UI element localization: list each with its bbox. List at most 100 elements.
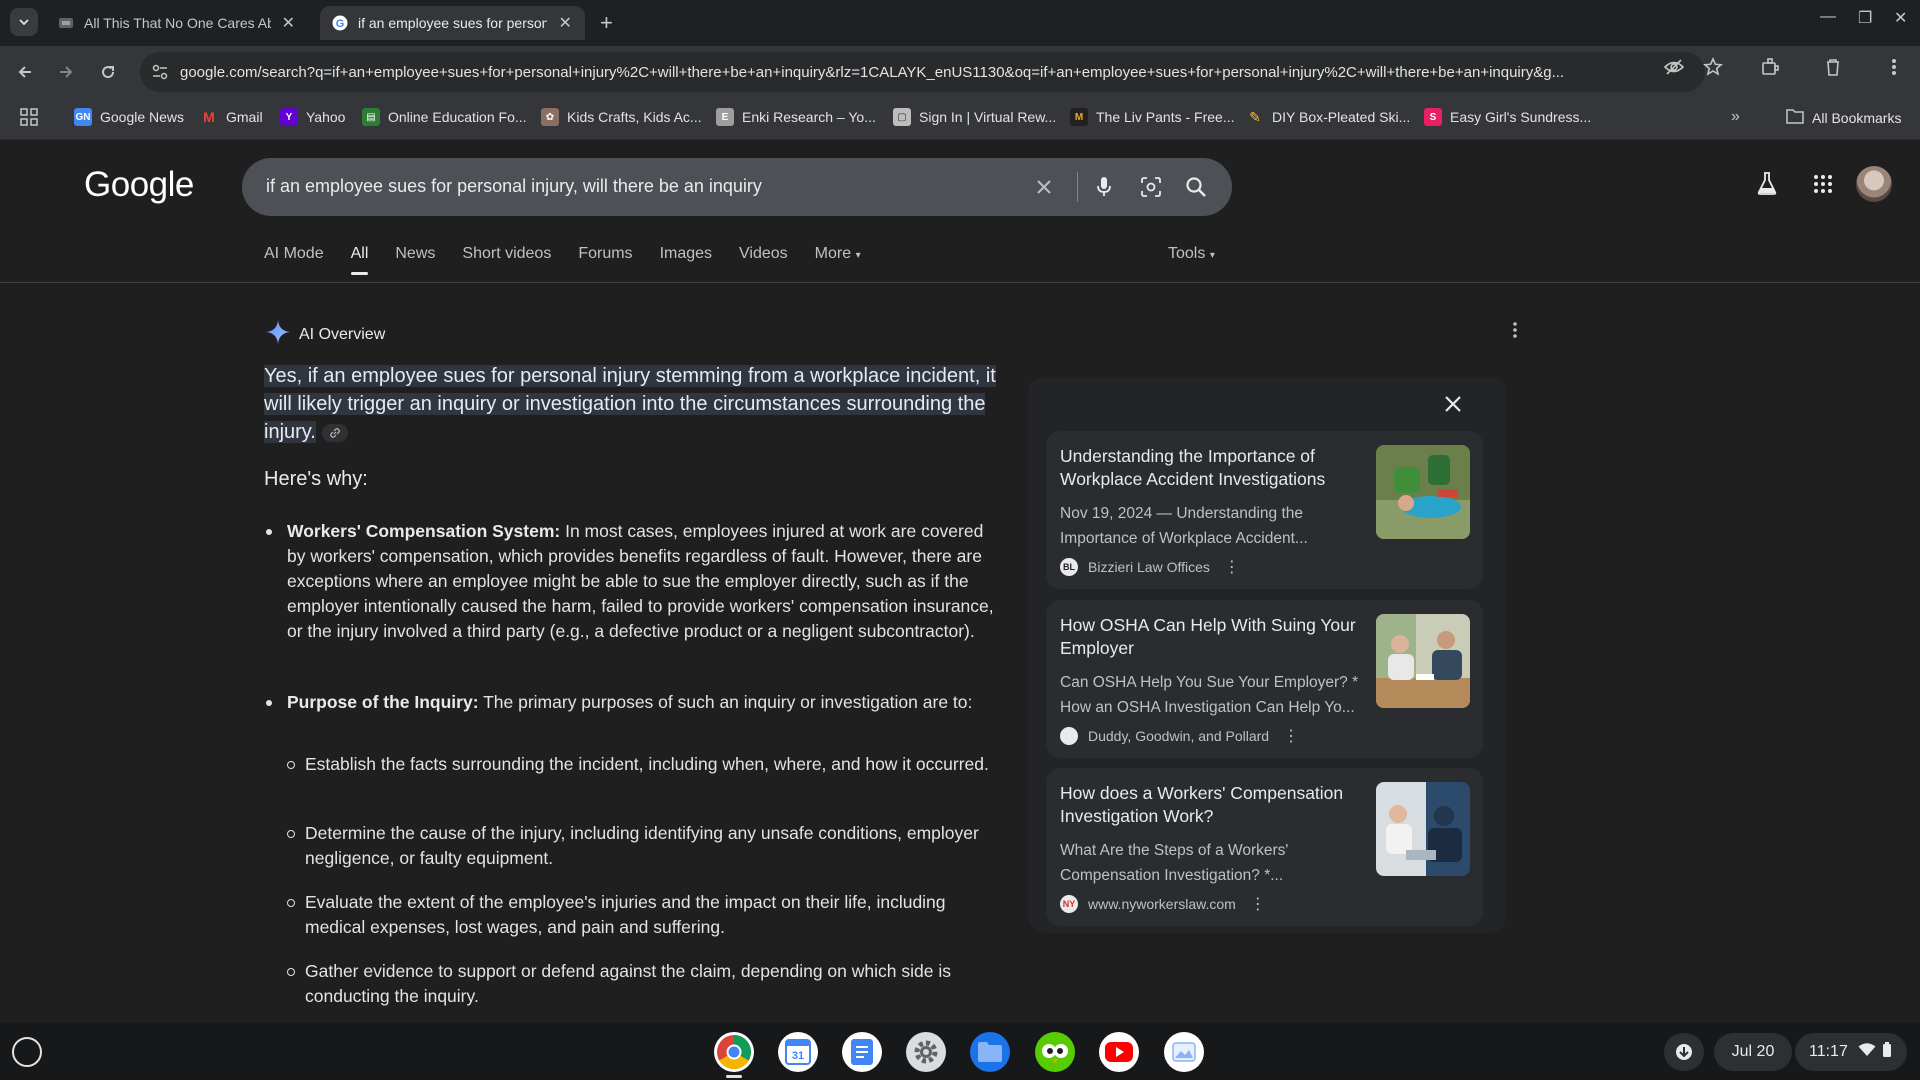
bookmark-label: Gmail (226, 109, 263, 125)
site-name: Bizzieri Law Offices (1088, 559, 1210, 575)
reload-icon[interactable] (94, 58, 122, 86)
bookmark-google-news[interactable]: GN Google News (74, 108, 184, 126)
close-tab-icon[interactable]: ✕ (281, 13, 296, 33)
link-icon[interactable] (321, 423, 348, 442)
yahoo-icon: Y (280, 108, 298, 126)
search-input[interactable]: if an employee sues for personal injury,… (266, 176, 762, 197)
tab-news[interactable]: News (395, 245, 435, 263)
source-title[interactable]: How does a Workers' Compensation Investi… (1060, 782, 1375, 828)
bookmark-enki-research[interactable]: E Enki Research – Yo... (716, 108, 876, 126)
back-icon[interactable] (11, 58, 39, 86)
search-icon[interactable] (1184, 175, 1208, 199)
source-card[interactable]: How does a Workers' Compensation Investi… (1046, 768, 1483, 926)
tab-images[interactable]: Images (660, 245, 712, 263)
wifi-icon (1858, 1042, 1876, 1062)
all-bookmarks-button[interactable]: All Bookmarks (1786, 108, 1901, 127)
new-tab-button[interactable]: + (600, 10, 613, 36)
chrome-icon[interactable] (714, 1032, 754, 1072)
svg-text:31: 31 (792, 1050, 804, 1062)
sundress-icon: S (1424, 108, 1442, 126)
education-icon: ▤ (362, 108, 380, 126)
calendar-icon[interactable]: 31 (778, 1032, 818, 1072)
bookmark-liv-pants[interactable]: M The Liv Pants - Free... (1070, 108, 1235, 126)
source-site: Duddy, Goodwin, and Pollard ⋮ (1060, 726, 1299, 746)
google-apps-icon[interactable] (1813, 174, 1833, 199)
apps-grid-icon[interactable] (20, 108, 38, 126)
tab-ai-mode[interactable]: AI Mode (264, 245, 324, 263)
site-name: www.nyworkerslaw.com (1088, 896, 1236, 912)
tab-all[interactable]: All (350, 245, 368, 275)
google-logo[interactable]: Google (84, 165, 194, 205)
tab-videos[interactable]: Videos (739, 245, 788, 263)
labs-icon[interactable] (1756, 171, 1778, 200)
docs-icon[interactable] (842, 1032, 882, 1072)
source-more-icon[interactable]: ⋮ (1224, 557, 1240, 577)
files-icon[interactable] (970, 1032, 1010, 1072)
bookmark-label: Kids Crafts, Kids Ac... (567, 109, 702, 125)
bookmark-gmail[interactable]: M Gmail (200, 108, 263, 126)
youtube-icon[interactable] (1099, 1032, 1139, 1072)
voice-search-icon[interactable] (1092, 175, 1116, 199)
close-window-icon[interactable]: ✕ (1894, 8, 1907, 28)
tab-more[interactable]: More ▾ (815, 245, 861, 263)
clear-search-icon[interactable] (1032, 175, 1056, 199)
bookmark-sundress[interactable]: S Easy Girl's Sundress... (1424, 108, 1591, 126)
close-sources-icon[interactable] (1438, 389, 1468, 419)
minimize-icon[interactable]: — (1820, 8, 1836, 26)
settings-icon[interactable] (906, 1032, 946, 1072)
more-vert-icon[interactable] (1883, 56, 1905, 78)
source-card[interactable]: How OSHA Can Help With Suing Your Employ… (1046, 600, 1483, 758)
video-favicon-icon (58, 15, 74, 31)
date-button[interactable]: Jul 20 (1714, 1033, 1792, 1071)
source-more-icon[interactable]: ⋮ (1283, 726, 1299, 746)
bookmarks-bar: GN Google News M Gmail Y Yahoo ▤ Online … (0, 98, 1920, 140)
gmail-icon: M (203, 109, 215, 125)
tabs-divider (0, 282, 1920, 283)
bookmark-label: Online Education Fo... (388, 109, 527, 125)
site-info-icon[interactable] (140, 63, 180, 81)
photos-icon[interactable] (1164, 1032, 1204, 1072)
forward-icon[interactable] (52, 58, 80, 86)
trash-icon[interactable] (1822, 56, 1844, 78)
lens-search-icon[interactable] (1139, 175, 1163, 199)
bookmark-star-icon[interactable] (1702, 56, 1724, 78)
ai-overview-more-icon[interactable] (1512, 321, 1518, 344)
google-news-icon: GN (74, 108, 92, 126)
source-more-icon[interactable]: ⋮ (1250, 894, 1266, 914)
bookmark-label: Easy Girl's Sundress... (1450, 109, 1592, 125)
chevron-down-icon (19, 19, 29, 26)
sub-bullet-text: Gather evidence to support or defend aga… (264, 959, 1000, 1009)
source-card[interactable]: Understanding the Importance of Workplac… (1046, 431, 1483, 589)
eye-off-icon[interactable] (1663, 56, 1685, 78)
tab-search-button[interactable] (10, 8, 38, 36)
status-tray[interactable]: 11:17 (1795, 1033, 1907, 1071)
bookmark-virtual-rewards[interactable]: ▢ Sign In | Virtual Rew... (893, 108, 1056, 126)
restore-icon[interactable]: ❐ (1858, 8, 1872, 28)
bullet-title: Purpose of the Inquiry: (287, 692, 479, 712)
close-tab-icon[interactable]: ✕ (557, 13, 573, 33)
account-avatar[interactable] (1856, 166, 1892, 202)
source-title[interactable]: Understanding the Importance of Workplac… (1060, 445, 1375, 491)
bullet-text: The primary purposes of such an inquiry … (478, 692, 973, 712)
tab-all-this[interactable]: All This That No One Cares About ✕ (46, 6, 308, 40)
source-snippet: What Are the Steps of a Workers' Compens… (1060, 842, 1289, 884)
tools-button[interactable]: Tools ▾ (1168, 245, 1215, 263)
why-heading: Here's why: (264, 468, 368, 490)
tab-google-search[interactable]: G if an employee sues for personal injur… (320, 6, 585, 40)
launcher-icon[interactable] (12, 1037, 42, 1067)
tab-short-videos[interactable]: Short videos (462, 245, 551, 263)
all-bookmarks-label: All Bookmarks (1812, 109, 1902, 126)
bookmark-online-education[interactable]: ▤ Online Education Fo... (362, 108, 527, 126)
tab-forums[interactable]: Forums (578, 245, 632, 263)
extensions-icon[interactable] (1759, 56, 1781, 78)
bookmark-yahoo[interactable]: Y Yahoo (280, 108, 345, 126)
bookmark-diy-skirt[interactable]: ✎ DIY Box-Pleated Ski... (1246, 108, 1410, 126)
download-status-button[interactable] (1664, 1033, 1704, 1071)
sparkle-icon (265, 319, 291, 350)
search-box[interactable]: if an employee sues for personal injury,… (242, 158, 1232, 216)
address-bar[interactable]: google.com/search?q=if+an+employee+sues+… (140, 52, 1705, 92)
source-title[interactable]: How OSHA Can Help With Suing Your Employ… (1060, 614, 1375, 660)
bookmark-kids-crafts[interactable]: ✿ Kids Crafts, Kids Ac... (541, 108, 702, 126)
duolingo-icon[interactable] (1035, 1032, 1075, 1072)
more-bookmarks-icon[interactable]: » (1731, 108, 1740, 126)
